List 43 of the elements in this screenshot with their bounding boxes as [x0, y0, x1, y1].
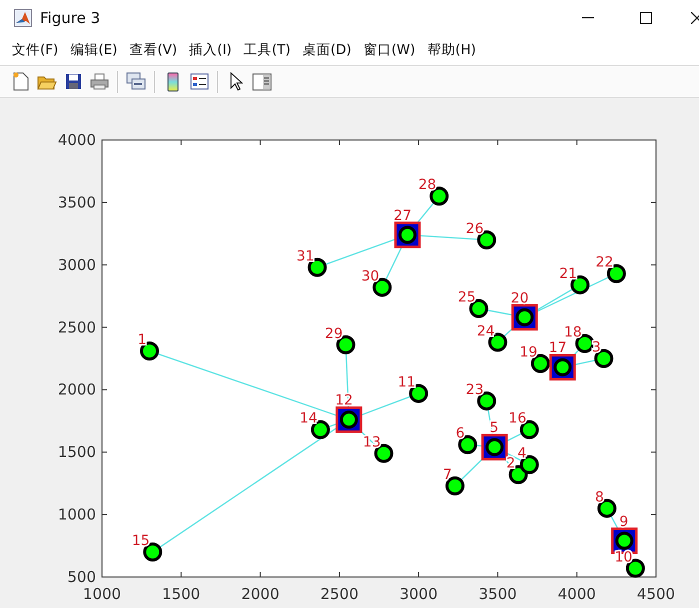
point-label: 22: [596, 254, 614, 271]
point-label: 9: [619, 514, 628, 530]
point-label: 23: [466, 382, 484, 398]
x-tick-label: 1500: [162, 585, 200, 603]
point-label: 14: [300, 410, 318, 427]
window-title: Figure 3: [40, 8, 100, 26]
point-label: 25: [458, 290, 476, 306]
point-label: 21: [559, 266, 578, 282]
y-tick-label: 2500: [58, 318, 96, 336]
point-label: 28: [418, 177, 436, 194]
point-label: 15: [132, 533, 150, 550]
point-label: 8: [595, 489, 604, 506]
point-label: 3: [592, 340, 601, 356]
y-tick-label: 500: [67, 568, 96, 586]
point-label: 20: [510, 290, 529, 306]
y-tick-label: 3000: [58, 256, 96, 274]
point-label: 11: [398, 374, 416, 390]
point-label: 1: [138, 332, 146, 348]
point-label: 16: [508, 410, 526, 427]
y-tick-label: 2000: [58, 380, 96, 399]
point-label: 7: [443, 466, 452, 483]
x-tick-label: 3500: [478, 585, 517, 603]
point-label: 29: [324, 326, 343, 342]
y-tick-label: 4000: [58, 131, 96, 149]
x-tick-label: 2000: [241, 585, 280, 603]
x-tick-label: 3000: [399, 585, 438, 603]
x-tick-label: 4500: [636, 585, 676, 603]
point-label: 27: [394, 208, 412, 224]
point-label: 6: [456, 426, 465, 442]
y-tick-label: 3500: [58, 193, 96, 212]
point-label: 4: [517, 446, 526, 462]
point-label: 18: [564, 324, 582, 341]
point-label: 24: [476, 323, 495, 340]
x-tick-label: 2500: [320, 585, 359, 603]
y-tick-label: 1500: [58, 443, 96, 462]
point-label: 19: [520, 344, 538, 360]
point-label: 30: [361, 268, 380, 284]
point-label: 17: [548, 340, 567, 356]
x-tick-label: 4000: [558, 585, 596, 603]
point-label: 26: [466, 220, 484, 237]
x-tick-label: 1000: [82, 585, 122, 603]
y-tick-label: 1000: [58, 506, 96, 524]
point-label: 31: [296, 248, 314, 264]
